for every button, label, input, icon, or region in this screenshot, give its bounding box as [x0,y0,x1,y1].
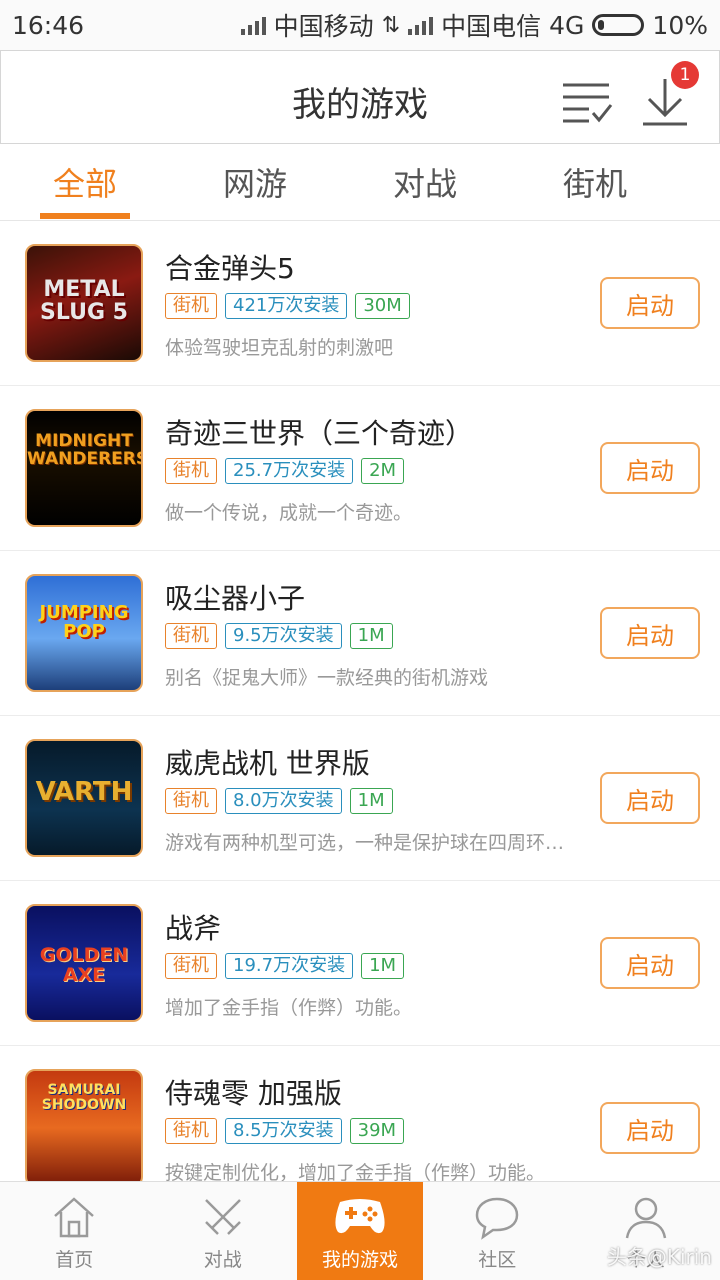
game-description: 增加了金手指（作弊）功能。 [165,997,413,1019]
nav-label: 我的游戏 [321,1249,398,1271]
installs-tag: 25.7万次安装 [225,458,354,484]
app-header: 我的游戏 1 [0,50,720,144]
game-thumbnail: GOLDEN AXE [25,904,143,1022]
game-description: 游戏有两种机型可选，一种是保护球在四周环… [165,832,565,854]
game-name: 吸尘器小子 [165,582,306,615]
carrier2-label: 中国电信 [441,12,542,41]
tab-battle[interactable]: 对战 [340,159,510,205]
game-tags: 街机 8.5万次安装 39M [165,1118,405,1144]
status-indicators: 中国移动 ⇅ 中国电信 4G 10% [240,7,708,43]
launch-button[interactable]: 启动 [600,442,700,494]
launch-button[interactable]: 启动 [600,937,700,989]
thumbnail-logo-text: METAL SLUG 5 [40,277,128,326]
thumbnail-logo-text: JUMPING POP [39,602,129,642]
game-tags: 街机 9.5万次安装 1M [165,623,393,649]
game-tags: 街机 19.7万次安装 1M [165,953,405,979]
swords-icon [204,1199,241,1235]
type-tag: 街机 [165,788,217,814]
installs-tag: 421万次安装 [225,293,348,319]
type-tag: 街机 [165,458,217,484]
nav-home[interactable]: 首页 [0,1182,149,1280]
size-tag: 1M [361,953,405,979]
chat-bubble-icon [475,1197,519,1240]
type-tag: 街机 [165,293,217,319]
game-thumbnail: SAMURAI SHODOWN [25,1069,143,1181]
tab-online[interactable]: 网游 [170,159,340,205]
installs-tag: 19.7万次安装 [225,953,354,979]
launch-button[interactable]: 启动 [600,277,700,329]
installs-tag: 9.5万次安装 [225,623,342,649]
thumbnail-logo-text: SAMURAI SHODOWN [41,1082,127,1113]
bottom-navigation: 首页 对战 我的游戏 社区 个人 头条@Kirin [0,1181,720,1280]
thumbnail-logo-text: GOLDEN AXE [39,944,129,986]
launch-button[interactable]: 启动 [600,607,700,659]
game-name: 威虎战机 世界版 [165,747,370,780]
nav-label: 对战 [203,1249,242,1271]
person-icon [625,1197,666,1239]
list-item[interactable]: SAMURAI SHODOWN 侍魂零 加强版 街机 8.5万次安装 39M 按… [0,1046,720,1181]
network-label: 4G [549,10,585,40]
category-tabs: 全部 网游 对战 街机 [0,145,720,221]
list-item[interactable]: VARTH 威虎战机 世界版 街机 8.0万次安装 1M 游戏有两种机型可选，一… [0,716,720,881]
size-tag: 1M [349,788,393,814]
launch-button[interactable]: 启动 [600,1102,700,1154]
thumbnail-logo-text: VARTH [35,777,133,807]
game-description: 别名《捉鬼大师》一款经典的街机游戏 [165,667,489,689]
manage-list-icon[interactable] [561,75,617,127]
game-tags: 街机 8.0万次安装 1M [165,788,393,814]
game-name: 奇迹三世界（三个奇迹） [165,417,474,450]
type-tag: 街机 [165,1118,217,1144]
nav-battle[interactable]: 对战 [149,1182,298,1280]
type-tag: 街机 [165,953,217,979]
home-icon [54,1197,95,1238]
game-name: 战斧 [165,912,222,945]
nav-my-games[interactable]: 我的游戏 [297,1182,423,1280]
launch-button[interactable]: 启动 [600,772,700,824]
installs-tag: 8.5万次安装 [225,1118,342,1144]
game-name: 合金弹头5 [165,252,295,285]
size-tag: 1M [349,623,393,649]
list-item[interactable]: METAL SLUG 5 合金弹头5 街机 421万次安装 30M 体验驾驶坦克… [0,221,720,386]
game-description: 做一个传说，成就一个奇迹。 [165,502,413,524]
signal-icon [240,15,266,35]
size-tag: 30M [355,293,410,319]
battery-percent: 10% [652,10,708,40]
game-list: METAL SLUG 5 合金弹头5 街机 421万次安装 30M 体验驾驶坦克… [0,221,720,1181]
battery-icon [592,14,645,36]
signal-icon [408,15,434,35]
game-description: 体验驾驶坦克乱射的刺激吧 [165,337,394,359]
carrier1-label: 中国移动 [273,12,374,41]
game-thumbnail: MIDNIGHT WANDERERS [25,409,143,527]
game-thumbnail: VARTH [25,739,143,857]
nav-label: 首页 [55,1249,94,1271]
tab-arcade[interactable]: 街机 [510,159,680,205]
download-badge: 1 [671,61,699,89]
type-tag: 街机 [165,623,217,649]
size-tag: 39M [349,1118,405,1144]
gamepad-icon [335,1199,385,1234]
watermark: 头条@Kirin [606,1245,712,1269]
game-tags: 街机 421万次安装 30M [165,293,410,319]
status-bar: 16:46 中国移动 ⇅ 中国电信 4G 10% [0,0,720,50]
active-tab-indicator [40,213,130,219]
nav-label: 社区 [478,1249,517,1271]
installs-tag: 8.0万次安装 [225,788,342,814]
list-item[interactable]: JUMPING POP 吸尘器小子 街机 9.5万次安装 1M 别名《捉鬼大师》… [0,551,720,716]
status-time: 16:46 [12,10,85,40]
nav-community[interactable]: 社区 [423,1182,572,1280]
list-item[interactable]: MIDNIGHT WANDERERS 奇迹三世界（三个奇迹） 街机 25.7万次… [0,386,720,551]
game-tags: 街机 25.7万次安装 2M [165,458,405,484]
tab-all[interactable]: 全部 [0,159,170,205]
game-name: 侍魂零 加强版 [165,1077,342,1110]
size-tag: 2M [361,458,405,484]
game-description: 按键定制优化，增加了金手指（作弊）功能。 [165,1162,546,1181]
game-thumbnail: JUMPING POP [25,574,143,692]
data-transfer-icon: ⇅ [381,12,401,38]
thumbnail-logo-text: MIDNIGHT WANDERERS [27,431,143,469]
game-thumbnail: METAL SLUG 5 [25,244,143,362]
list-item[interactable]: GOLDEN AXE 战斧 街机 19.7万次安装 1M 增加了金手指（作弊）功… [0,881,720,1046]
